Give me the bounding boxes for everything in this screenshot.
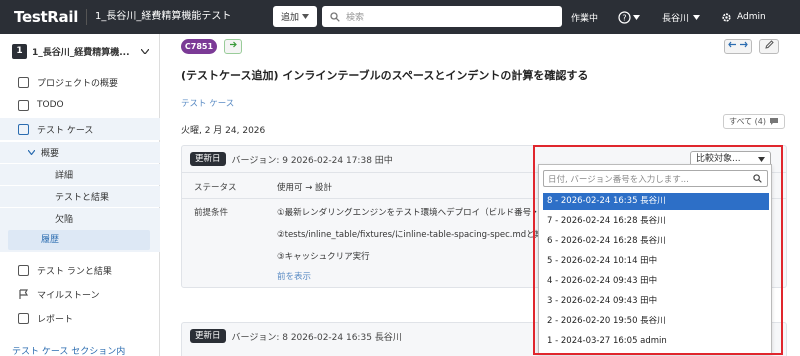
all-button[interactable]: すべて (4) (723, 114, 785, 129)
arrows-icon (728, 41, 748, 48)
chevron-down-icon (302, 14, 309, 19)
help-button[interactable]: ? (618, 0, 640, 34)
search-input[interactable]: 検索 (322, 6, 562, 27)
card-header-text: バージョン: 8 2026-02-24 16:35 長谷川 (231, 332, 402, 343)
execute-button[interactable] (224, 39, 242, 54)
project-number: 1 (12, 43, 27, 59)
sidebar: 1 1_長谷川_経費精算機... プロジェクトの概要 TODO テスト ケース … (0, 34, 160, 356)
prev-next-button[interactable] (724, 39, 752, 54)
precondition-line: ②tests/inline_table/fixtures/にinline-tab… (277, 230, 544, 240)
card-header: 更新日 バージョン: 8 2026-02-24 16:35 長谷川 (190, 329, 402, 343)
svg-text:?: ? (622, 13, 626, 22)
sidebar-item-label: TODO (37, 100, 64, 110)
user-menu[interactable]: 長谷川 (662, 0, 701, 34)
sidebar-item-test-runs[interactable]: テスト ランと結果 (0, 259, 160, 281)
card-header: 更新日 バージョン: 9 2026-02-24 17:38 田中 (190, 152, 393, 166)
project-selector[interactable]: 1 1_長谷川_経費精算機... (12, 42, 152, 60)
play-icon (18, 264, 29, 276)
sidebar-item-label: 概要 (41, 149, 60, 159)
sidebar-item-label: 詳細 (55, 171, 74, 181)
sidebar-item-test-cases[interactable]: テスト ケース (0, 118, 160, 140)
sidebar-item-label: マイルストーン (37, 290, 100, 301)
date-header: 火曜, 2 月 24, 2026 (181, 126, 266, 136)
sidebar-item-label: プロジェクトの概要 (37, 78, 119, 89)
flag-icon (19, 288, 29, 299)
status-label: ステータス (194, 183, 237, 193)
comment-icon (770, 118, 778, 125)
breadcrumb[interactable]: テスト ケース (181, 97, 234, 109)
update-badge: 更新日 (190, 152, 226, 166)
sidebar-item-summary[interactable]: 概要 (0, 142, 160, 163)
project-name: 1_長谷川_経費精算機... (32, 47, 130, 58)
report-icon (18, 312, 29, 324)
logo[interactable]: TestRail (0, 8, 86, 26)
admin-button[interactable]: Admin (721, 0, 766, 34)
checkbox-icon (18, 99, 29, 111)
sidebar-footer[interactable]: テスト ケース セクション内 (0, 344, 160, 356)
sidebar-item-label: テストと結果 (55, 193, 110, 203)
page-title: (テストケース追加) インラインテーブルのスペースとインデントの計算を確認する (181, 69, 589, 82)
sidebar-item-reports[interactable]: レポート (0, 307, 160, 329)
sidebar-item-history[interactable]: 履歴 (8, 230, 150, 250)
sidebar-item-details[interactable]: 詳細 (0, 164, 160, 185)
sidebar-item-label: 欠陥 (55, 215, 74, 225)
precondition-line: ③キャッシュクリア実行 (277, 252, 370, 262)
project-title[interactable]: 1_長谷川_経費精算機能テスト (86, 9, 231, 25)
search-placeholder: 検索 (346, 13, 365, 23)
update-badge: 更新日 (190, 329, 226, 343)
chart-icon (18, 76, 29, 88)
sidebar-item-defects[interactable]: 欠陥 (0, 208, 160, 229)
sidebar-item-overview[interactable]: プロジェクトの概要 (0, 71, 160, 93)
chevron-down-icon (28, 150, 35, 155)
add-label: 追加 (280, 13, 299, 23)
help-icon: ? (618, 10, 631, 24)
chevron-down-icon (633, 14, 640, 20)
gear-icon (722, 12, 731, 22)
status-label[interactable]: 作業中 (571, 0, 598, 34)
sidebar-item-milestones[interactable]: マイルストーン (0, 283, 160, 305)
sidebar-item-label: レポート (37, 314, 74, 325)
add-button[interactable]: 追加 (273, 6, 317, 27)
user-name: 長谷川 (662, 13, 690, 24)
card-header-text: バージョン: 9 2026-02-24 17:38 田中 (231, 155, 393, 166)
highlight-frame (533, 145, 783, 355)
sidebar-item-history-wrap: 履歴 (0, 228, 160, 252)
chevron-down-icon (140, 48, 149, 54)
show-previous-link[interactable]: 前を表示 (277, 270, 311, 282)
precondition-line: ①最新レンダリングエンジンをテスト環境へデプロイ（ビルド番号・Commi (277, 208, 570, 218)
sidebar-item-label: テスト ケース (37, 125, 94, 136)
sidebar-item-label: テスト ランと結果 (37, 266, 112, 277)
case-id-badge: C7851 (181, 39, 217, 54)
sidebar-item-tests-results[interactable]: テストと結果 (0, 186, 160, 207)
admin-label: Admin (737, 12, 766, 22)
chevron-down-icon (693, 14, 701, 20)
list-icon (18, 123, 29, 135)
top-bar: TestRail 1_長谷川_経費精算機能テスト 追加 検索 作業中 ? 長谷川… (0, 0, 800, 34)
edit-button[interactable] (759, 39, 779, 54)
search-icon (330, 11, 340, 22)
all-label: すべて (4) (729, 117, 766, 126)
precondition-label: 前提条件 (194, 208, 229, 218)
arrow-right-icon (229, 41, 237, 48)
sidebar-item-todo[interactable]: TODO (0, 94, 160, 116)
pencil-icon (764, 40, 774, 49)
status-value: 使用可 → 設計 (277, 183, 333, 193)
